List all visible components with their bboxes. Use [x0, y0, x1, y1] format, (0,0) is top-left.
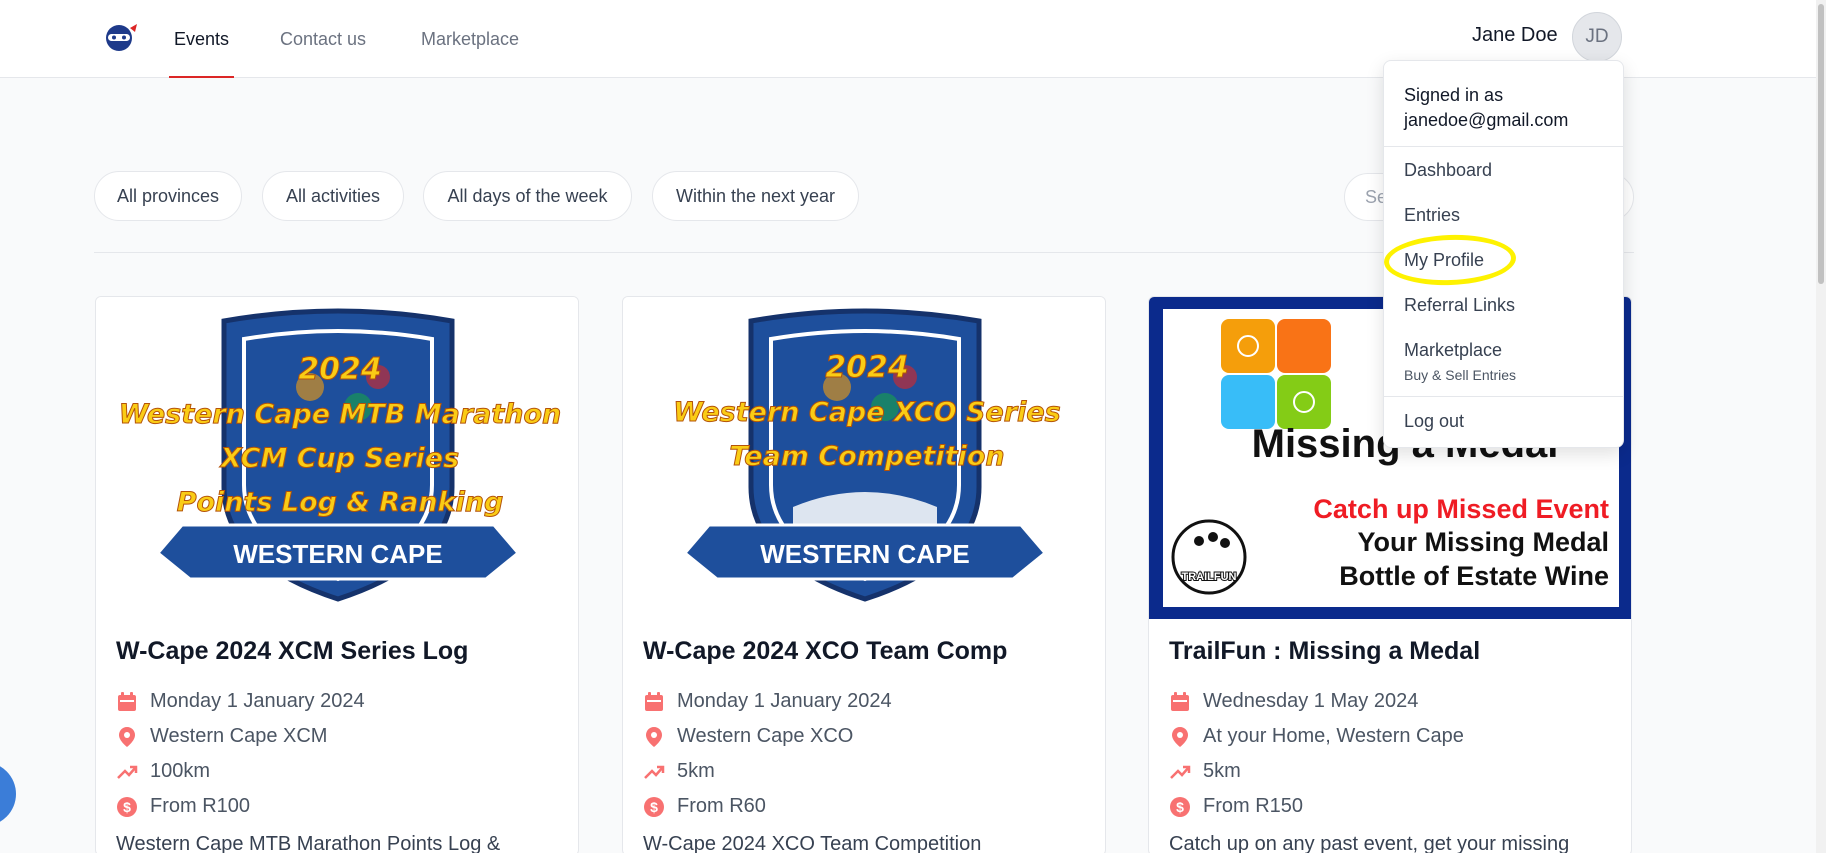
event-price-text: From R150 [1203, 795, 1304, 817]
event-description: Catch up on any past event, get your mis… [1169, 833, 1570, 853]
nav-marketplace[interactable]: Marketplace [421, 0, 519, 78]
event-distance-text: 5km [1203, 760, 1241, 782]
menu-item-dashboard[interactable]: Dashboard [1404, 160, 1492, 181]
event-location-text: At your Home, Western Cape [1203, 725, 1464, 747]
map-pin-icon [646, 727, 662, 747]
image-year: 2024 [825, 350, 909, 385]
avatar[interactable]: JD [1572, 12, 1622, 62]
user-name[interactable]: Jane Doe [1472, 24, 1558, 47]
scrollbar-thumb[interactable] [1818, 4, 1824, 284]
event-image: WESTERN CAPE 2024 Western Cape XCO Serie… [623, 297, 1105, 619]
filter-timeframe[interactable]: Within the next year [652, 171, 859, 221]
event-date-text: Wednesday 1 May 2024 [1203, 690, 1419, 712]
calendar-icon [118, 692, 136, 711]
menu-item-marketplace-sub: Buy & Sell Entries [1404, 367, 1517, 383]
menu-divider [1384, 396, 1623, 397]
event-location-text: Western Cape XCO [677, 725, 854, 747]
event-distance-text: 5km [677, 760, 715, 782]
filter-days[interactable]: All days of the week [423, 171, 632, 221]
signed-in-info: Signed in as janedoe@gmail.com [1404, 83, 1568, 133]
event-card[interactable]: WESTERN CAPE 2024 Western Cape XCO Serie… [622, 296, 1106, 853]
filter-activities[interactable]: All activities [262, 171, 404, 221]
image-line1: Western Cape XCO Series [673, 397, 1060, 428]
menu-divider [1384, 146, 1623, 147]
event-title[interactable]: TrailFun : Missing a Medal [1169, 637, 1480, 666]
dollar-icon: $ [117, 797, 137, 817]
event-distance-text: 100km [150, 760, 211, 782]
event-date-text: Monday 1 January 2024 [150, 690, 365, 712]
nav-contact-us[interactable]: Contact us [280, 0, 366, 78]
calendar-icon [1171, 692, 1189, 711]
image-banner: WESTERN CAPE [760, 539, 969, 569]
signed-in-label: Signed in as [1404, 85, 1504, 105]
trending-up-icon [1170, 765, 1191, 779]
dollar-icon: $ [1170, 797, 1190, 817]
event-title[interactable]: W-Cape 2024 XCO Team Comp [643, 637, 1007, 666]
event-date-text: Monday 1 January 2024 [677, 690, 892, 712]
trending-up-icon [117, 765, 138, 779]
menu-item-marketplace[interactable]: Marketplace [1404, 340, 1502, 361]
trending-up-icon [644, 765, 665, 779]
event-price-text: From R100 [150, 795, 251, 817]
nav-events[interactable]: Events [168, 0, 235, 78]
filter-provinces[interactable]: All provinces [94, 171, 242, 221]
menu-item-referral-links[interactable]: Referral Links [1404, 295, 1515, 316]
ninja-logo-icon[interactable] [104, 22, 138, 52]
event-description: W-Cape 2024 XCO Team Competition [643, 833, 982, 853]
image-line3: Bottle of Estate Wine [1339, 561, 1609, 591]
map-pin-icon [1172, 727, 1188, 747]
event-title[interactable]: W-Cape 2024 XCM Series Log [116, 637, 468, 666]
image-line1: Western Cape MTB Marathon [119, 399, 561, 430]
image-year: 2024 [298, 352, 382, 387]
image-line2: Team Competition [729, 441, 1004, 472]
event-location-text: Western Cape XCM [150, 725, 328, 747]
help-chat-bubble[interactable] [0, 762, 16, 826]
svg-text:$: $ [1176, 799, 1184, 815]
image-line2: XCM Cup Series [219, 443, 459, 474]
image-line3: Points Log & Ranking [177, 487, 504, 518]
svg-text:$: $ [123, 799, 131, 815]
event-description: Western Cape MTB Marathon Points Log & [116, 833, 501, 853]
trailfun-logo-text: TRAILFUN [1182, 571, 1237, 583]
dollar-icon: $ [644, 797, 664, 817]
signed-in-email: janedoe@gmail.com [1404, 110, 1569, 130]
image-red-line: Catch up Missed Event [1313, 494, 1609, 524]
menu-item-entries[interactable]: Entries [1404, 205, 1460, 226]
event-card[interactable]: WESTERN CAPE 2024 Western Cape MTB Marat… [95, 296, 579, 853]
image-banner: WESTERN CAPE [233, 539, 442, 569]
event-price-text: From R60 [677, 795, 766, 817]
image-line2: Your Missing Medal [1357, 527, 1609, 557]
event-image: WESTERN CAPE 2024 Western Cape MTB Marat… [96, 297, 578, 619]
menu-item-logout[interactable]: Log out [1404, 411, 1464, 432]
svg-text:$: $ [650, 799, 658, 815]
calendar-icon [645, 692, 663, 711]
map-pin-icon [119, 727, 135, 747]
